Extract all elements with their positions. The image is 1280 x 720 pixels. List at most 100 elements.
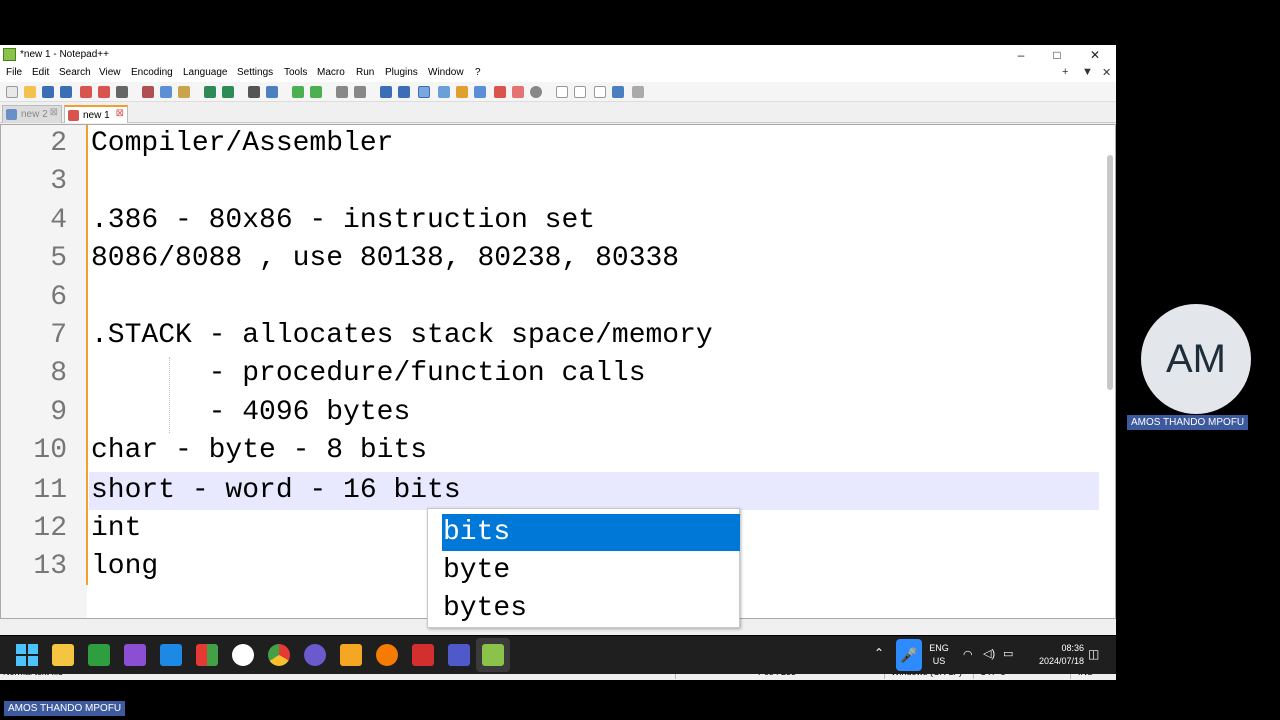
zoom-out-icon[interactable]: [310, 86, 322, 98]
participant-name-tag: AMOS THANDO MPOFU: [1127, 415, 1249, 430]
inkscape-icon[interactable]: [232, 644, 254, 666]
menu-plugins[interactable]: Plugins: [385, 67, 418, 78]
open-file-icon[interactable]: [24, 86, 36, 98]
code-line[interactable]: .386 - 80x86 - instruction set: [91, 202, 595, 240]
indent-guide-icon[interactable]: [418, 86, 430, 98]
menu-macro[interactable]: Macro: [317, 67, 345, 78]
folder-workspace-icon[interactable]: [512, 86, 524, 98]
code-line[interactable]: int: [91, 510, 141, 548]
close-doc-button[interactable]: ✕: [1102, 66, 1111, 79]
function-list-icon[interactable]: [494, 86, 506, 98]
play-macro-icon[interactable]: [594, 86, 606, 98]
notifications-icon[interactable]: ◫: [1088, 647, 1099, 661]
menu-settings[interactable]: Settings: [237, 67, 273, 78]
chevron-up-icon[interactable]: ⌃: [874, 646, 884, 660]
cut-icon[interactable]: [142, 86, 154, 98]
undo-icon[interactable]: [204, 86, 216, 98]
code-line[interactable]: char - byte - 8 bits: [91, 432, 427, 470]
language-top[interactable]: ENG: [928, 643, 950, 653]
autocomplete-item[interactable]: byte: [442, 552, 740, 589]
code-line[interactable]: - 4096 bytes: [91, 394, 411, 432]
microphone-icon[interactable]: 🎤: [896, 639, 922, 671]
stop-macro-icon[interactable]: [574, 86, 586, 98]
save-all-icon[interactable]: [60, 86, 72, 98]
clock-date[interactable]: 2024/07/18: [1028, 656, 1084, 666]
tab-close-icon[interactable]: ⊠: [50, 107, 58, 118]
autocomplete-item-selected[interactable]: bits: [442, 514, 740, 551]
code-line-current[interactable]: short - word - 16 bits: [91, 472, 461, 510]
word-wrap-icon[interactable]: [380, 86, 392, 98]
new-file-icon[interactable]: [6, 86, 18, 98]
sync-vertical-icon[interactable]: [336, 86, 348, 98]
autocomplete-item[interactable]: bytes: [442, 590, 740, 627]
chrome-icon[interactable]: [268, 644, 290, 666]
print-icon[interactable]: [116, 86, 128, 98]
tab-bar: new 2 ⊠ new 1 ⊠: [0, 103, 1116, 123]
qt-creator-icon[interactable]: [88, 644, 110, 666]
app-icon[interactable]: [304, 644, 326, 666]
code-line[interactable]: 8086/8088 , use 80138, 80238, 80338: [91, 240, 679, 278]
app-icon[interactable]: [376, 644, 398, 666]
app-icon[interactable]: [196, 644, 218, 666]
run-macro-multiple-icon[interactable]: [612, 86, 624, 98]
wifi-icon[interactable]: ◠: [963, 648, 973, 661]
close-file-icon[interactable]: [80, 86, 92, 98]
tab-close-icon[interactable]: ⊠: [116, 108, 124, 119]
maximize-button[interactable]: □: [1042, 47, 1072, 63]
code-line[interactable]: Compiler/Assembler: [91, 125, 393, 163]
unsaved-document-icon: [68, 110, 79, 121]
tab-new-1[interactable]: new 1 ⊠: [64, 105, 128, 123]
paste-icon[interactable]: [178, 86, 190, 98]
menu-file[interactable]: File: [6, 67, 22, 78]
title-bar[interactable]: *new 1 - Notepad++ – □ ✕: [0, 45, 1116, 65]
save-icon[interactable]: [42, 86, 54, 98]
doc-map-icon[interactable]: [456, 86, 468, 98]
language-bottom[interactable]: US: [928, 656, 950, 666]
code-line[interactable]: - procedure/function calls: [91, 355, 646, 393]
fold-margin-indicator: [86, 125, 88, 585]
file-explorer-icon[interactable]: [52, 644, 74, 666]
code-line[interactable]: .STACK - allocates stack space/memory: [91, 317, 713, 355]
volume-icon[interactable]: ◁): [983, 647, 995, 660]
line-number: 12: [33, 513, 67, 544]
zoom-in-icon[interactable]: [292, 86, 304, 98]
record-macro-icon[interactable]: [556, 86, 568, 98]
redo-icon[interactable]: [222, 86, 234, 98]
visual-studio-icon[interactable]: [124, 644, 146, 666]
sticky-notes-icon[interactable]: [340, 644, 362, 666]
acrobat-icon[interactable]: [412, 644, 434, 666]
menu-search[interactable]: Search: [59, 67, 91, 78]
tab-list-button[interactable]: ▼: [1082, 66, 1093, 78]
menu-help[interactable]: ?: [475, 67, 481, 78]
copy-icon[interactable]: [160, 86, 172, 98]
vscode-icon[interactable]: [160, 644, 182, 666]
tab-new-2[interactable]: new 2 ⊠: [2, 105, 62, 123]
teams-icon[interactable]: [448, 644, 470, 666]
doc-list-icon[interactable]: [474, 86, 486, 98]
code-line[interactable]: long: [91, 548, 158, 586]
menu-run[interactable]: Run: [356, 67, 374, 78]
menu-encoding[interactable]: Encoding: [131, 67, 173, 78]
new-tab-button[interactable]: +: [1062, 66, 1068, 78]
menu-tools[interactable]: Tools: [284, 67, 307, 78]
close-button[interactable]: ✕: [1080, 47, 1110, 63]
save-macro-icon[interactable]: [632, 86, 644, 98]
windows-start-icon[interactable]: [16, 644, 38, 666]
taskbar: ⌃ 🎤 ENG US ◠ ◁) ▭ 08:36 2024/07/18 ◫: [0, 636, 1116, 674]
replace-icon[interactable]: [266, 86, 278, 98]
monitoring-icon[interactable]: [530, 86, 542, 98]
close-all-icon[interactable]: [98, 86, 110, 98]
clock-time[interactable]: 08:36: [1028, 643, 1084, 653]
udl-icon[interactable]: [438, 86, 450, 98]
menu-edit[interactable]: Edit: [32, 67, 49, 78]
sync-horizontal-icon[interactable]: [354, 86, 366, 98]
show-all-chars-icon[interactable]: [398, 86, 410, 98]
find-icon[interactable]: [248, 86, 260, 98]
minimize-button[interactable]: –: [1006, 47, 1036, 63]
battery-icon[interactable]: ▭: [1003, 647, 1013, 660]
notepadpp-taskbar-icon[interactable]: [482, 644, 504, 666]
menu-view[interactable]: View: [99, 67, 121, 78]
menu-window[interactable]: Window: [428, 67, 464, 78]
menu-language[interactable]: Language: [183, 67, 228, 78]
vertical-scrollbar[interactable]: [1107, 155, 1113, 390]
